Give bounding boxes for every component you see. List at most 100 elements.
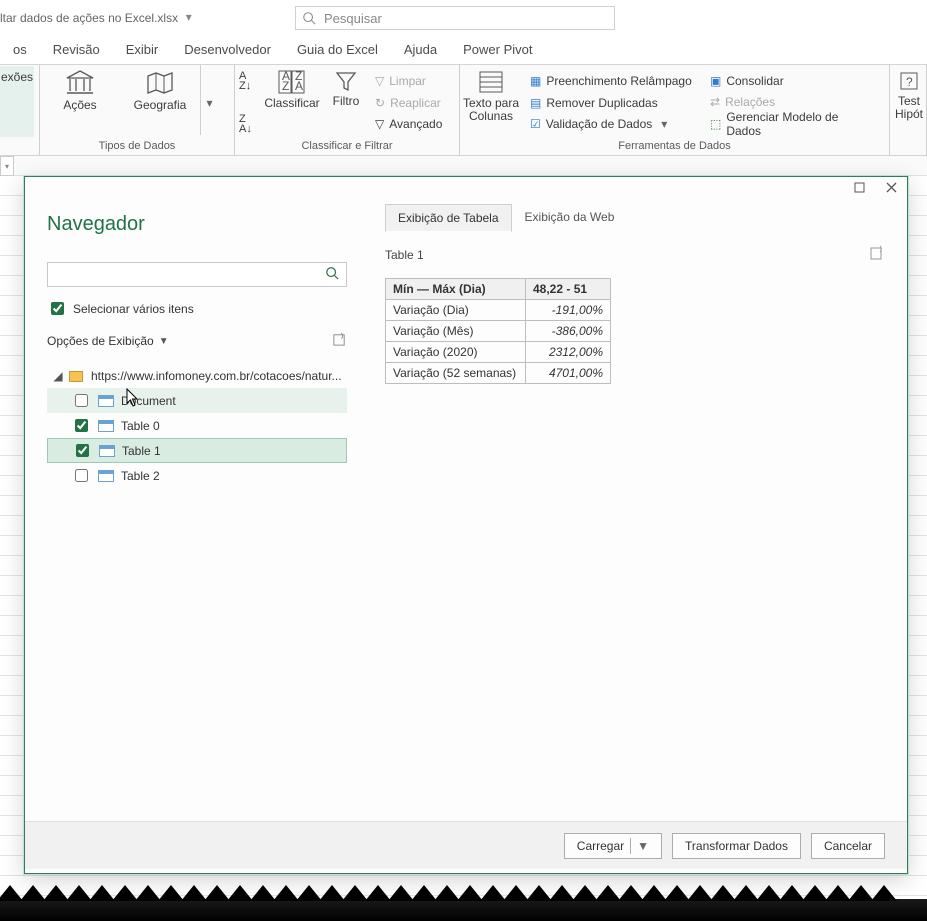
svg-text:Z: Z: [282, 79, 289, 93]
filtro-button[interactable]: Filtro: [325, 65, 367, 137]
tree-leaf-checkbox[interactable]: [75, 394, 88, 407]
limpar-button[interactable]: ▽Limpar: [371, 70, 453, 92]
tab-power-pivot[interactable]: Power Pivot: [450, 36, 545, 64]
tree-leaf-checkbox[interactable]: [75, 419, 88, 432]
sort-asc-desc: AZ↓ ZA↓: [235, 65, 259, 135]
carregar-button[interactable]: Carregar ▼: [564, 833, 662, 859]
modelo-label: Gerenciar Modelo de Dados: [726, 110, 874, 138]
sort-desc-button[interactable]: ZA↓: [239, 113, 255, 135]
consolidar-button[interactable]: ▣Consolidar: [706, 70, 878, 92]
taskbar: [0, 899, 927, 921]
refresh-preview-button[interactable]: [869, 245, 885, 264]
teste-label: TestHipót: [895, 95, 923, 121]
conexoes-label: exões: [1, 70, 33, 84]
nav-right-pane: Exibição de Tabela Exibição da Web Table…: [367, 201, 885, 821]
filtro-label: Filtro: [333, 95, 360, 108]
tab-table-view[interactable]: Exibição de Tabela: [385, 204, 512, 232]
conexoes-button[interactable]: exões: [0, 66, 34, 137]
texto-para-colunas-button[interactable]: Texto paraColunas: [460, 65, 522, 137]
cell-value: 2312,00%: [526, 342, 611, 363]
tree-leaf-table-1[interactable]: Table 1: [47, 438, 347, 463]
avancado-button[interactable]: ▽Avançado: [371, 113, 453, 135]
table-icon: [98, 420, 114, 432]
relations-icon: ⇄: [710, 95, 720, 109]
cell-value: -386,00%: [526, 321, 611, 342]
group-classificar-filtrar: AZ↓ ZA↓ AZZA Classificar Filtro ▽Limpar …: [235, 65, 460, 155]
modelo-button[interactable]: ⬚Gerenciar Modelo de Dados: [706, 113, 878, 135]
validacao-button[interactable]: ☑Validação de Dados▾: [526, 113, 698, 135]
tab-ajuda[interactable]: Ajuda: [391, 36, 450, 64]
preenchimento-label: Preenchimento Relâmpago: [546, 74, 691, 88]
geografia-button[interactable]: Geografia: [120, 65, 200, 137]
remove-dup-icon: ▤: [530, 96, 541, 110]
close-button[interactable]: [875, 177, 907, 201]
group-label: Tipos de Dados: [40, 140, 234, 155]
chevron-down-icon: ▾: [661, 117, 667, 131]
select-multi-input[interactable]: [51, 302, 64, 315]
tree-leaf-checkbox[interactable]: [75, 469, 88, 482]
reaplicar-button[interactable]: ↻Reaplicar: [371, 92, 453, 114]
tab-os[interactable]: os: [0, 36, 40, 64]
remover-duplicadas-label: Remover Duplicadas: [546, 96, 657, 110]
acoes-button[interactable]: Ações: [40, 65, 120, 137]
group-label: Ferramentas de Dados: [460, 140, 889, 155]
tree-leaf-document[interactable]: Document: [47, 388, 347, 413]
teste-hipoteses-button[interactable]: ? TestHipót: [892, 65, 926, 137]
chevron-down-icon: ▼: [159, 336, 169, 347]
search-input[interactable]: [322, 7, 614, 29]
table-icon: [99, 445, 115, 457]
maximize-button[interactable]: [843, 177, 875, 201]
display-options-button[interactable]: Opções de Exibição ▼: [47, 334, 169, 348]
transformar-button[interactable]: Transformar Dados: [672, 833, 801, 859]
tab-desenvolvedor[interactable]: Desenvolvedor: [171, 36, 284, 64]
table-row: Variação (Mês)-386,00%: [386, 321, 611, 342]
validation-icon: ☑: [530, 117, 541, 131]
tree-leaf-checkbox[interactable]: [76, 444, 89, 457]
collapse-icon[interactable]: ◢: [53, 369, 63, 383]
group-label: Classificar e Filtrar: [235, 140, 459, 155]
preenchimento-button[interactable]: ▦ Preenchimento Relâmpago: [526, 70, 698, 92]
sort-asc-button[interactable]: AZ↓: [239, 70, 255, 92]
classificar-button[interactable]: AZZA Classificar: [259, 65, 325, 137]
advanced-icon: ▽: [375, 117, 384, 131]
tree-url-node[interactable]: ◢ https://www.infomoney.com.br/cotacoes/…: [47, 364, 347, 388]
transformar-label: Transformar Dados: [685, 839, 788, 853]
group-ferramentas-de-dados: Texto paraColunas ▦ Preenchimento Relâmpa…: [460, 65, 890, 155]
tab-guia-excel[interactable]: Guia do Excel: [284, 36, 391, 64]
nav-search[interactable]: [47, 262, 347, 287]
tree-leaf-table-2[interactable]: Table 2: [47, 463, 347, 488]
remover-duplicadas-button[interactable]: ▤ Remover Duplicadas: [526, 92, 698, 114]
table-row: Variação (2020)2312,00%: [386, 342, 611, 363]
data-types-more[interactable]: ▾: [200, 65, 218, 135]
cell-value: -191,00%: [526, 300, 611, 321]
flash-fill-icon: ▦: [530, 74, 541, 88]
tree-leaf-label: Table 1: [122, 444, 161, 458]
preview-title-row: Table 1: [385, 245, 885, 264]
reaplicar-label: Reaplicar: [390, 96, 441, 110]
doc-title: ltar dados de ações no Excel.xlsx ▾: [0, 10, 192, 25]
nav-search-input[interactable]: [53, 263, 323, 286]
tab-revisao[interactable]: Revisão: [40, 36, 113, 64]
data-tools-col1: ▦ Preenchimento Relâmpago ▤ Remover Duplic…: [522, 65, 702, 135]
tree-leaf-label: Document: [121, 394, 176, 408]
chevron-down-icon: ▾: [206, 96, 212, 110]
tab-exibir[interactable]: Exibir: [113, 36, 172, 64]
consolidar-label: Consolidar: [726, 74, 783, 88]
chevron-down-icon[interactable]: ▼: [637, 839, 649, 853]
chevron-down-icon[interactable]: ▾: [186, 10, 192, 24]
preview-th-0: Mín — Máx (Dia): [386, 279, 526, 300]
preview-title: Table 1: [385, 248, 424, 262]
tree-leaf-table-0[interactable]: Table 0: [47, 413, 347, 438]
table-icon: [98, 470, 114, 482]
select-all-corner[interactable]: ▾: [0, 156, 14, 176]
search-box[interactable]: [295, 6, 615, 30]
clear-icon: ▽: [375, 74, 384, 88]
select-multi-checkbox[interactable]: Selecionar vários itens: [47, 299, 347, 318]
dialog-title: Navegador: [47, 213, 347, 236]
cancelar-button[interactable]: Cancelar: [811, 833, 885, 859]
close-icon: [886, 182, 897, 196]
acoes-label: Ações: [63, 99, 96, 112]
tab-web-view[interactable]: Exibição da Web: [512, 203, 628, 231]
filter-extras: ▽Limpar ↻Reaplicar ▽Avançado: [367, 65, 457, 135]
refresh-button[interactable]: [332, 336, 347, 350]
